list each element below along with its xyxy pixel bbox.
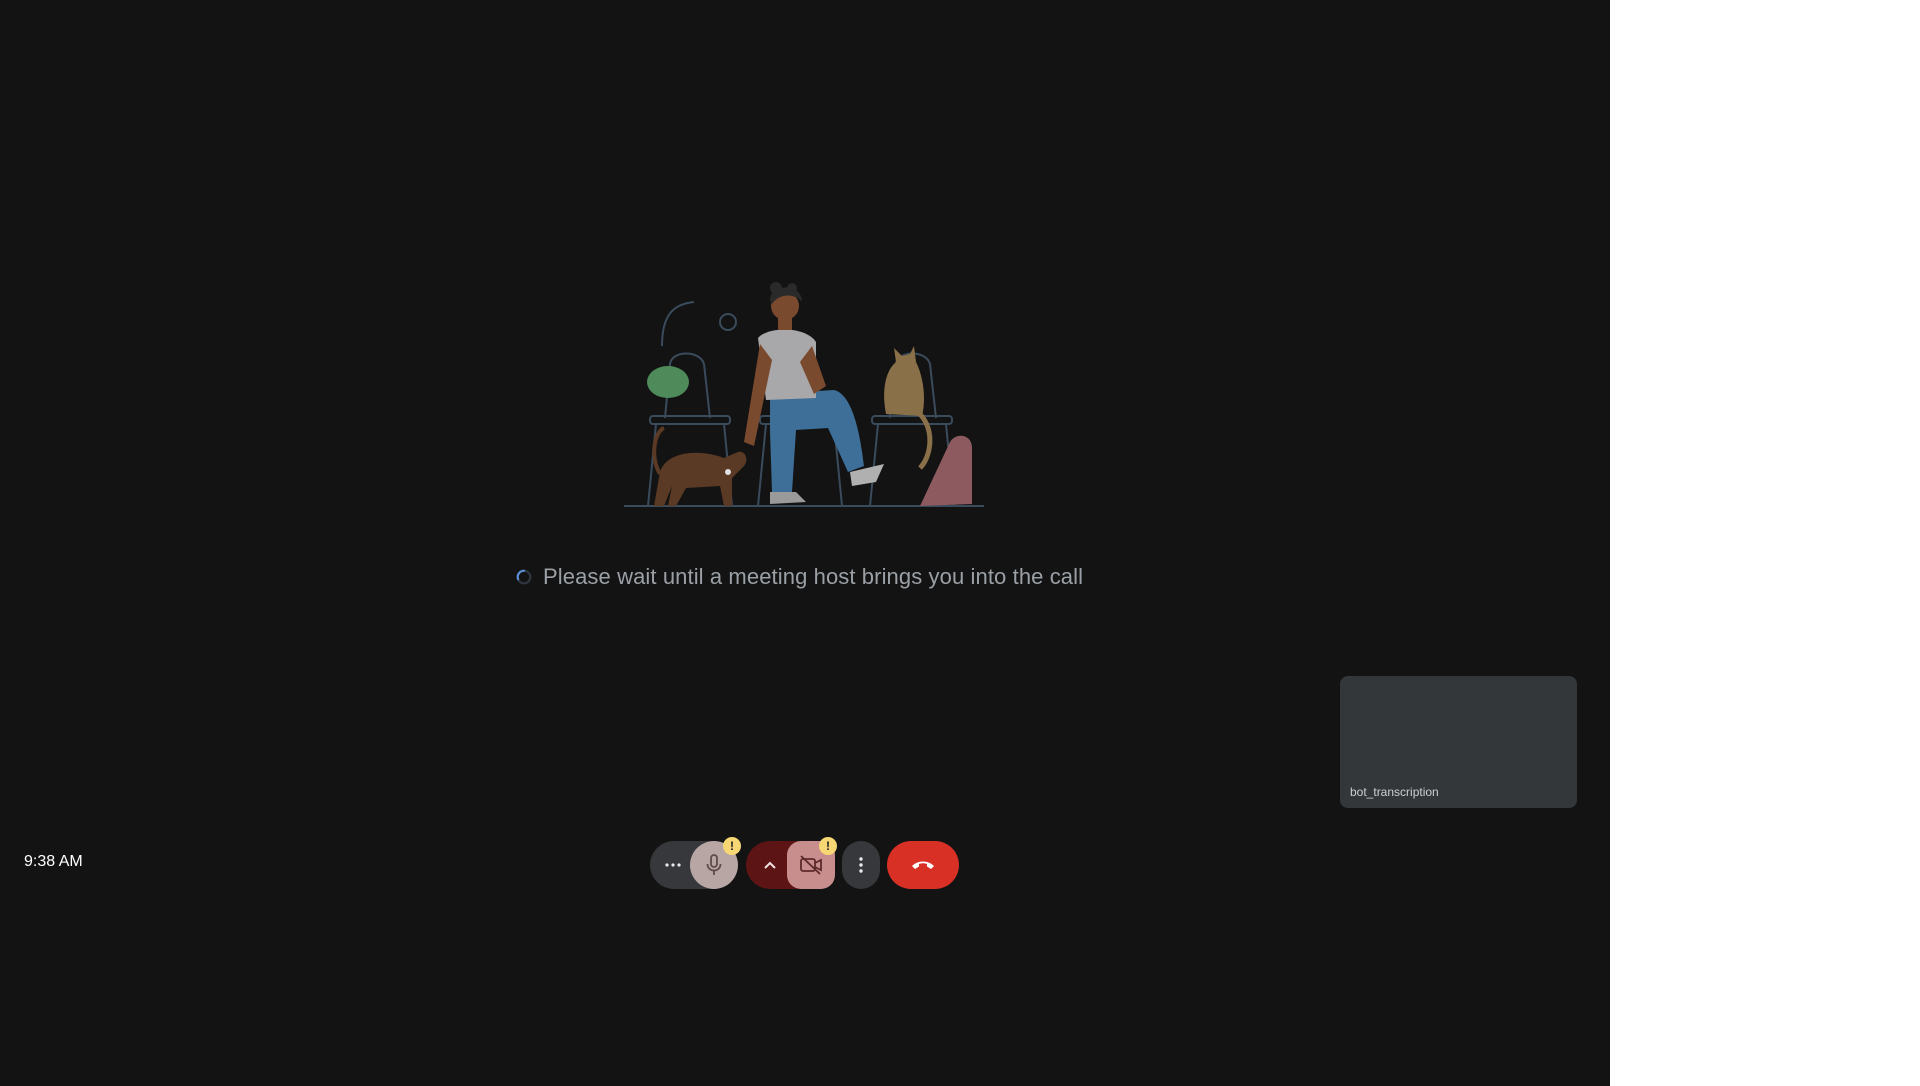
hang-up-icon: [912, 861, 934, 869]
call-stage: Please wait until a meeting host brings …: [0, 0, 1610, 1086]
camera-warning-badge: !: [819, 837, 837, 855]
video-options-button[interactable]: [756, 841, 784, 889]
waiting-room-illustration: [624, 282, 984, 507]
participant-name: bot_transcription: [1350, 785, 1439, 799]
mic-warning-badge: !: [723, 837, 741, 855]
meeting-time: 9:38 AM: [24, 853, 83, 870]
chevron-up-icon: [764, 861, 776, 869]
leave-call-button[interactable]: [887, 841, 959, 889]
more-vertical-icon: [859, 857, 863, 873]
waiting-message: Please wait until a meeting host brings …: [543, 564, 1084, 589]
waiting-status: Please wait until a meeting host brings …: [515, 562, 1083, 592]
camera-off-icon: [800, 855, 822, 875]
more-options-button[interactable]: [842, 841, 880, 889]
more-horizontal-icon: [665, 863, 681, 867]
loading-spinner-icon: [516, 569, 532, 585]
microphone-icon: [706, 854, 722, 875]
self-view-tile[interactable]: bot_transcription: [1340, 676, 1577, 808]
audio-options-button[interactable]: [658, 841, 688, 889]
